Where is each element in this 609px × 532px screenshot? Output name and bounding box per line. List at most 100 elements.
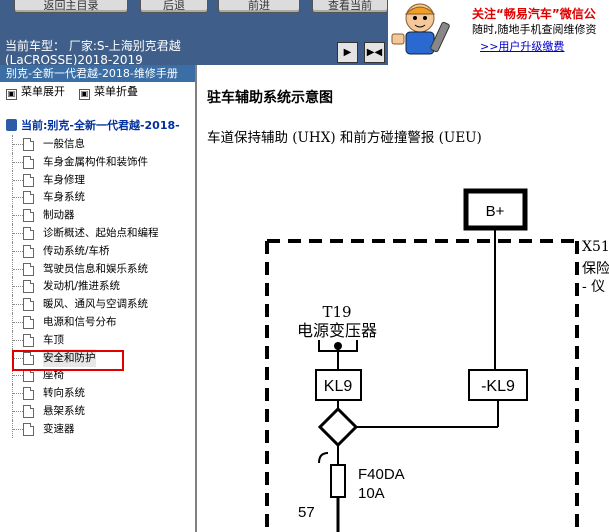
expand-icon: ▣: [6, 89, 17, 100]
collapse-icon: ▣: [79, 89, 90, 100]
tree-branch: [13, 215, 23, 217]
document-icon: [23, 422, 34, 436]
tree-branch: [13, 144, 23, 145]
tree-item-label: 传动系统/车桥: [43, 244, 110, 257]
tree-item[interactable]: 车身系统: [0, 188, 195, 207]
home-button[interactable]: 返回主目录: [14, 0, 128, 13]
upgrade-payment-link[interactable]: >>用户升级缴费: [480, 38, 564, 54]
forward-button[interactable]: 前进: [218, 0, 300, 13]
tree-branch: [13, 286, 23, 288]
document-icon: [23, 155, 34, 169]
tree-item[interactable]: 车身修理: [0, 170, 195, 189]
tree-item[interactable]: 转向系统: [0, 384, 195, 402]
tree-item[interactable]: 车身金属构件和装饰件: [0, 152, 195, 171]
menu-expand-button[interactable]: 菜单展开: [21, 85, 65, 98]
document-icon: [23, 262, 34, 276]
document-icon: [23, 226, 34, 240]
current-model-bar: 当前车型： 厂家:S-上海别克君越(LaCROSSE)2018-2019: [0, 36, 388, 67]
tree-branch: [13, 339, 23, 341]
arrow-right-icon[interactable]: ▶: [337, 42, 358, 63]
tree-item-label: 电源和信号分布: [43, 315, 117, 328]
highlight-box: [12, 350, 124, 371]
back-button[interactable]: 后退: [140, 0, 208, 13]
document-icon: [23, 209, 34, 223]
tree-branch: [13, 304, 23, 306]
menu-collapse-button[interactable]: 菜单折叠: [94, 85, 138, 98]
document-icon: [23, 298, 34, 312]
tree-branch: [13, 321, 23, 323]
tree-item-label: 制动器: [43, 209, 75, 222]
tree-item-label: 悬架系统: [43, 404, 85, 417]
tree-item[interactable]: 制动器: [0, 206, 195, 224]
document-icon: [23, 404, 34, 418]
tree-branch: [13, 161, 23, 163]
tree-item[interactable]: 车顶: [0, 330, 195, 349]
tree-list: 一般信息车身金属构件和装饰件 车身修理车身系统制动器诊断概述、起始点和编程 传动系统…: [0, 135, 195, 438]
tree-item-label: 发动机/推进系统: [43, 280, 121, 293]
fuse-rating: 10A: [358, 485, 385, 502]
tree-item[interactable]: 暖风、通风与空调系统: [0, 295, 195, 313]
wiring-diagram: B+ X51 保险 - 仪 T19 电源变压器 KL9 -KL9 F40DA 1…: [265, 188, 609, 532]
tree-branch: [13, 250, 23, 252]
tree-branch: [13, 410, 23, 412]
document-icon: [23, 280, 34, 294]
tree-item[interactable]: 诊断概述、起始点和编程: [0, 223, 195, 242]
relay-neg-kl9-label: -KL9: [481, 378, 515, 395]
tree-item[interactable]: 电源和信号分布: [0, 312, 195, 331]
document-icon: [23, 173, 34, 187]
tree-branch: [13, 393, 23, 395]
wechat-promo: 关注“畅易汽车”微信公 随时,随地手机查阅维修资 >>用户升级缴费: [388, 0, 609, 56]
tree-item-label: 车身系统: [43, 191, 85, 204]
tree-root[interactable]: 当前:别克-全新一代君越-2018-: [6, 117, 180, 133]
tree-item[interactable]: 发动机/推进系统: [0, 277, 195, 296]
tree-item-label: 车顶: [43, 333, 64, 346]
tree-item-label: 暖风、通风与空调系统: [43, 298, 148, 311]
tree-item-label: 车身金属构件和装饰件: [43, 155, 148, 168]
left-panel: 别克-全新一代君越-2018-维修手册 ▣ 菜单展开 ▣ 菜单折叠 当前:别克-全新…: [0, 65, 197, 532]
wire-number: 57: [298, 504, 315, 521]
document-icon: [23, 333, 34, 347]
transformer-id: T19: [322, 303, 351, 321]
tree-root-label: 当前:别克-全新一代君越-2018-: [21, 119, 180, 132]
fuse-box: [330, 464, 346, 498]
module-id: X51: [582, 239, 609, 255]
tree-branch: [13, 428, 23, 430]
document-icon: [23, 369, 34, 383]
tree-item[interactable]: 一般信息: [0, 135, 195, 153]
main-content: 驻车辅助系统示意图 车道保持辅助 (UHX) 和前方碰撞警报 (UEU) B+ …: [197, 65, 609, 532]
book-icon: [6, 119, 17, 131]
tree-branch: [13, 197, 23, 199]
tree-item-label: 车身修理: [43, 173, 85, 186]
view-current-button[interactable]: 查看当前: [312, 0, 388, 13]
tree-item[interactable]: 悬架系统: [0, 401, 195, 420]
module-border: [265, 239, 579, 532]
transformer-name: 电源变压器: [297, 321, 377, 340]
document-icon: [23, 138, 34, 151]
tree-branch: [13, 268, 23, 270]
relay-kl9-label: KL9: [324, 378, 353, 395]
tree-item-label: 一般信息: [43, 138, 85, 150]
menu-controls: ▣ 菜单展开 ▣ 菜单折叠: [0, 82, 195, 102]
fuse-id: F40DA: [358, 466, 405, 483]
document-icon: [23, 191, 34, 205]
manual-title: 别克-全新一代君越-2018-维修手册: [0, 65, 195, 82]
diode-diamond: [317, 406, 359, 448]
document-icon: [23, 315, 34, 329]
current-model-text: 当前车型： 厂家:S-上海别克君越(LaCROSSE)2018-2019: [5, 39, 181, 67]
tree-item[interactable]: 驾驶员信息和娱乐系统: [0, 259, 195, 278]
mechanic-mascot-icon: [391, 3, 450, 55]
module-line2: 保险: [582, 261, 609, 277]
tree-branch: [13, 179, 23, 181]
tree-branch: [13, 232, 23, 234]
wechat-promo-subtext: 随时,随地手机查阅维修资: [472, 23, 597, 36]
sync-arrows-icon[interactable]: ▶◀: [364, 42, 385, 63]
tree-item-label: 变速器: [43, 422, 75, 435]
tree-item-label: 驾驶员信息和娱乐系统: [43, 262, 148, 275]
document-icon: [23, 244, 34, 258]
battery-label: B+: [486, 203, 505, 220]
tree-item-label: 转向系统: [43, 387, 85, 400]
module-line3: - 仪: [582, 279, 605, 295]
tree-item-label: 诊断概述、起始点和编程: [43, 226, 159, 239]
tree-item[interactable]: 传动系统/车桥: [0, 241, 195, 260]
tree-item[interactable]: 变速器: [0, 419, 195, 438]
